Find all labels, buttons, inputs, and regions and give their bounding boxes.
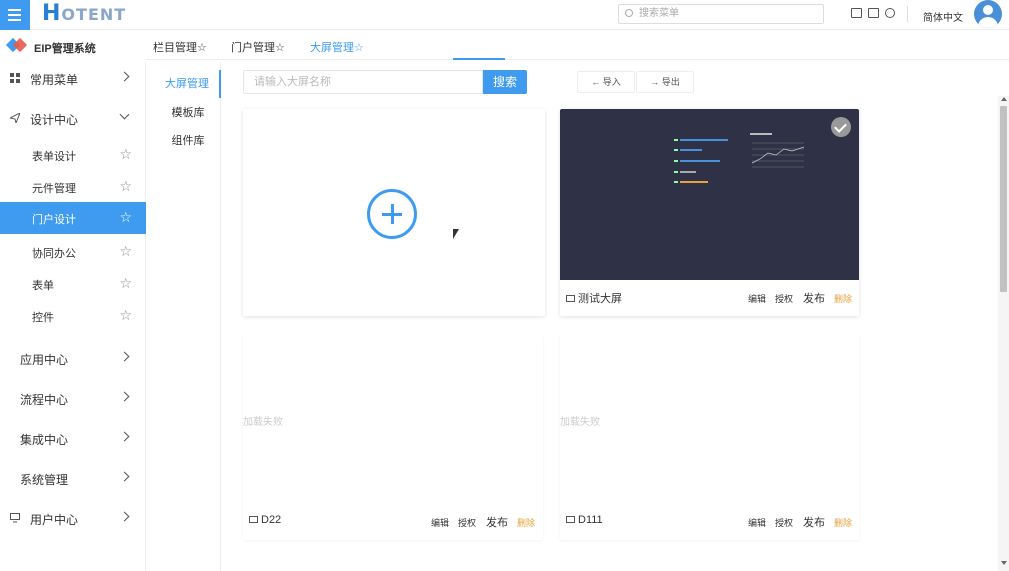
import-button[interactable]: ← 导入 [577,71,635,93]
delete-button[interactable]: 删除 [517,516,535,529]
active-tab-indicator [453,58,505,60]
sidebar-item-control[interactable]: 控件 ☆ [0,300,146,332]
edit-button[interactable]: 编辑 [748,292,766,305]
bigscreen-thumbnail[interactable] [560,109,859,280]
system-bar: EIP管理系统 [0,30,146,62]
refresh-icon[interactable] [885,8,895,18]
tab-portal-manage[interactable]: 门户管理☆ [231,39,285,55]
card-footer: 测试大屏 编辑 授权 发布 删除 [560,280,859,316]
tab-bigscreen-manage[interactable]: 大屏管理☆ [310,39,364,55]
card-footer: D111 编辑 授权 发布 删除 [560,504,859,540]
sidebar-item-design-center[interactable]: 设计中心 [0,102,146,134]
thumbnail-chart-preview [674,133,805,183]
vertical-scrollbar[interactable] [998,96,1009,571]
tab-column-manage[interactable]: 栏目管理☆ [153,39,207,55]
star-icon[interactable]: ☆ [119,243,132,260]
monitor-icon [566,516,575,523]
star-icon[interactable]: ☆ [119,307,132,324]
publish-button[interactable]: 发布 [803,290,825,306]
card-title: D22 [261,514,282,526]
menu-icon [8,9,21,11]
scroll-up-icon[interactable] [1001,97,1007,101]
star-icon[interactable]: ☆ [119,178,132,195]
authorize-button[interactable]: 授权 [775,292,793,305]
monitor-icon [249,516,258,523]
sidebar-item-common[interactable]: 常用菜单 [0,62,146,94]
card-title: 测试大屏 [578,293,622,305]
fullscreen-icon[interactable] [868,8,879,18]
search-button[interactable]: 搜索 [483,70,527,94]
subnav-component-library[interactable]: 组件库 [155,127,221,155]
scroll-down-icon[interactable] [1001,561,1007,565]
publish-button[interactable]: 发布 [803,514,825,530]
monitor-icon [10,513,20,523]
chevron-right-icon [119,431,130,442]
add-icon[interactable] [367,189,417,239]
sidebar-item-system-manage[interactable]: 系统管理 [0,462,146,494]
mouse-cursor-icon [453,229,459,239]
bigscreen-card[interactable]: 测试大屏 编辑 授权 发布 删除 [560,109,859,316]
publish-button[interactable]: 发布 [486,514,508,530]
star-icon[interactable]: ☆ [119,209,132,226]
star-icon[interactable]: ☆ [119,275,132,292]
subnav-template-library[interactable]: 模板库 [155,99,221,127]
add-bigscreen-card[interactable] [243,109,545,316]
bigscreen-subnav: 大屏管理 模板库 组件库 [155,62,221,571]
chevron-right-icon [119,511,130,522]
sidebar-item-widget-manage[interactable]: 元件管理 ☆ [0,171,146,203]
sidebar-item-form-design[interactable]: 表单设计 ☆ [0,139,146,171]
sidebar-item-user-center[interactable]: 用户中心 [0,502,146,534]
load-failed-text: 加载失败 [243,417,283,428]
search-icon [625,9,633,17]
brand-logo: HOTENT [42,1,127,26]
sidebar-item-collaboration[interactable]: 协同办公 ☆ [0,236,146,268]
sidebar-item-form[interactable]: 表单 ☆ [0,268,146,300]
menu-toggle-button[interactable] [0,0,30,30]
chevron-right-icon [119,391,130,402]
monitor-icon[interactable] [851,8,862,18]
monitor-icon [566,295,575,302]
card-footer: D22 编辑 授权 发布 删除 [243,504,543,540]
sidebar-item-flow-center[interactable]: 流程中心 [0,382,146,414]
chevron-right-icon [119,471,130,482]
top-header: HOTENT 搜索菜单 简体中文 [0,0,1009,30]
grid-icon [10,73,20,83]
bigscreen-card[interactable]: 加载失败 D22 编辑 授权 发布 删除 [243,333,543,540]
star-icon[interactable]: ☆ [119,146,132,163]
load-failed-text: 加载失败 [560,417,600,428]
scroll-thumb[interactable] [1000,106,1007,292]
delete-button[interactable]: 删除 [834,516,852,529]
divider [907,6,908,22]
menu-search-input[interactable]: 搜索菜单 [618,4,824,24]
page-tabs: 栏目管理☆ 门户管理☆ 大屏管理☆ [146,30,1009,60]
sidebar-item-portal-design[interactable]: 门户设计 ☆ [0,202,146,234]
system-name: EIP管理系统 [34,43,96,55]
system-logo-icon [5,37,28,53]
avatar[interactable] [974,0,1002,28]
chevron-right-icon [119,351,130,362]
subnav-bigscreen-manage[interactable]: 大屏管理 [155,70,221,98]
bigscreen-card[interactable]: 加载失败 D111 编辑 授权 发布 删除 [560,333,859,540]
edit-button[interactable]: 编辑 [748,516,766,529]
chevron-down-icon [119,109,130,120]
chevron-right-icon [119,71,130,82]
send-icon [10,113,20,123]
sidebar-item-app-center[interactable]: 应用中心 [0,342,146,374]
delete-button[interactable]: 删除 [834,292,852,305]
sidebar: 常用菜单 设计中心 表单设计 ☆ 元件管理 ☆ 门户设计 ☆ 协同办公 ☆ 表单 ☆ 控件… [0,62,146,571]
bigscreen-search-input[interactable]: 请输入大屏名称 [243,70,483,94]
card-title: D111 [578,514,603,526]
export-button[interactable]: → 导出 [636,71,694,93]
authorize-button[interactable]: 授权 [775,516,793,529]
edit-button[interactable]: 编辑 [431,516,449,529]
language-switch[interactable]: 简体中文 [923,9,963,24]
authorize-button[interactable]: 授权 [458,516,476,529]
selected-check-icon[interactable] [831,117,851,137]
sidebar-item-integration-center[interactable]: 集成中心 [0,422,146,454]
